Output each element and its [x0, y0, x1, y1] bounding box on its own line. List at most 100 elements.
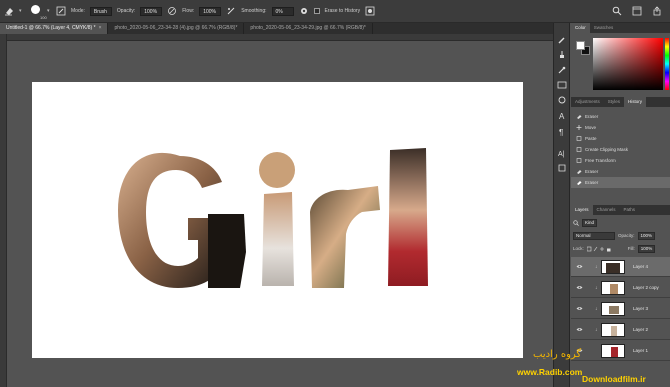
workspace-icon[interactable] [632, 6, 642, 16]
layer-filter-kind[interactable]: Kind [582, 218, 598, 227]
layer-name: Layer 2 [633, 327, 649, 332]
lock-label: Lock: [573, 246, 584, 251]
close-icon[interactable]: × [99, 25, 102, 31]
tab-label: Untitled-1 @ 66.7% (Layer 4, CMYK/8) * [6, 25, 96, 31]
hue-slider[interactable] [665, 38, 669, 90]
history-item-label: Eraser [585, 180, 599, 185]
svg-text:A|: A| [558, 151, 565, 158]
layer-row-layer-3[interactable]: ↓ Layer 3 [571, 299, 670, 319]
blend-mode-row: Normal Opacity: 100% [573, 231, 656, 240]
eraser-icon [577, 115, 582, 119]
pressure-size-icon[interactable] [365, 6, 375, 16]
eraser-tool-icon[interactable] [4, 6, 14, 16]
layer-name: Layer 4 [633, 264, 649, 269]
eraser-icon [577, 181, 582, 185]
visibility-eye-icon[interactable] [576, 264, 583, 269]
brush-settings-icon[interactable] [56, 6, 66, 16]
options-bar: ▾ 100 ▾ Mode: Brush Opacity: 100% Flow: … [0, 0, 670, 23]
girl-artwork [118, 148, 428, 288]
gradient-icon[interactable] [557, 80, 567, 90]
history-item[interactable]: Create Clipping Mask [571, 144, 670, 155]
erase-to-history-checkbox[interactable] [313, 8, 320, 14]
layer-row-layer-1[interactable]: Layer 1 [571, 341, 670, 361]
flow-field[interactable]: 100% [199, 6, 222, 16]
opacity-label: Opacity: [618, 233, 635, 238]
lock-row: Lock: Fill: 100% [573, 244, 656, 253]
tab-adjustments[interactable]: Adjustments [571, 97, 604, 107]
tab-untitled-1[interactable]: Untitled-1 @ 66.7% (Layer 4, CMYK/8) * × [0, 23, 109, 34]
history-panel-tabs: Adjustments Styles History [571, 97, 670, 107]
opacity-label: Opacity: [116, 8, 136, 14]
fill-label: Fill: [627, 246, 635, 251]
watermark-url: www.Radib.com [517, 367, 583, 377]
paragraph-icon[interactable]: ¶ [557, 127, 567, 137]
gear-icon[interactable] [299, 6, 309, 16]
history-item-selected[interactable]: Eraser [571, 177, 670, 188]
layer-row-layer-2-copy[interactable]: ↓ Layer 2 copy [571, 278, 670, 298]
tab-photo-4[interactable]: photo_2020-05-06_23-34-28 (4).jpg @ 66.7… [108, 23, 245, 34]
pressure-opacity-icon[interactable] [167, 6, 177, 16]
foreground-color-swatch[interactable] [576, 41, 585, 50]
dodge-icon[interactable] [557, 95, 567, 105]
history-item[interactable]: Move [571, 122, 670, 133]
history-item[interactable]: Free Transform [571, 155, 670, 166]
blend-mode-select[interactable]: Normal [573, 231, 615, 240]
layer-opacity-field[interactable]: 100% [637, 231, 656, 240]
search-icon [573, 219, 579, 226]
tab-layers[interactable]: Layers [571, 205, 593, 215]
mode-label: Mode: [71, 8, 85, 14]
history-item[interactable]: Eraser [571, 166, 670, 177]
history-item-label: Paste [585, 136, 597, 141]
document-icon [576, 158, 582, 163]
tab-color[interactable]: Color [571, 23, 590, 33]
layers-panel-tabs: Layers Channels Paths [571, 205, 670, 215]
history-item[interactable]: Paste [571, 133, 670, 144]
tab-channels[interactable]: Channels [593, 205, 620, 215]
eraser-icon [577, 170, 582, 174]
smoothing-field[interactable]: 0% [271, 6, 294, 16]
history-brush-icon[interactable] [557, 65, 567, 75]
layers-panel: Kind Normal Opacity: 100% Lock: Fill: 10… [571, 215, 670, 387]
layer-fill-field[interactable]: 100% [637, 244, 656, 253]
tab-photo-29[interactable]: photo_2020-05-06_23-34-29.jpg @ 66.7% (R… [244, 23, 373, 34]
opacity-field[interactable]: 100% [140, 6, 163, 16]
lock-icons[interactable] [586, 246, 611, 252]
visibility-eye-icon[interactable] [576, 327, 583, 332]
letter-g-dark-block [208, 214, 246, 288]
watermark-persian: گروه رادیب [533, 349, 582, 360]
history-list: Eraser Move Paste Create Clipping Mask F… [571, 107, 670, 191]
clone-stamp-icon[interactable] [557, 50, 567, 60]
tab-swatches[interactable]: Swatches [590, 23, 618, 33]
chevron-down-icon[interactable]: ▾ [47, 6, 51, 16]
svg-text:A: A [559, 112, 565, 121]
letter-l [388, 148, 428, 286]
history-item[interactable]: Eraser [571, 111, 670, 122]
history-item-label: Eraser [585, 169, 599, 174]
document-tabs: Untitled-1 @ 66.7% (Layer 4, CMYK/8) * × … [0, 23, 553, 34]
layer-row-layer-2[interactable]: ↓ Layer 2 [571, 320, 670, 340]
brush-tool-icon[interactable] [557, 35, 567, 45]
type-tool-icon[interactable]: A [557, 111, 567, 121]
layer-thumbnail [601, 302, 625, 316]
layer-thumbnail [601, 323, 625, 337]
airbrush-icon[interactable] [226, 6, 236, 16]
search-icon[interactable] [612, 6, 622, 16]
visibility-eye-icon[interactable] [576, 285, 583, 290]
chevron-down-icon[interactable]: ▾ [19, 6, 23, 16]
visibility-eye-icon[interactable] [576, 306, 583, 311]
layer-filter-row: Kind [573, 218, 598, 227]
share-icon[interactable] [652, 6, 662, 16]
mode-select[interactable]: Brush [89, 6, 112, 16]
ruler-vertical [0, 34, 7, 387]
character-icon[interactable]: A| [557, 148, 567, 158]
layer-thumbnail [601, 344, 625, 358]
tab-history[interactable]: History [624, 97, 647, 107]
glyphs-icon[interactable] [557, 163, 567, 173]
tab-styles[interactable]: Styles [604, 97, 624, 107]
layer-name: Layer 2 copy [633, 285, 659, 290]
color-picker-field[interactable] [593, 38, 663, 90]
layer-row-layer-4[interactable]: ↓ Layer 4 [571, 257, 670, 277]
svg-text:¶: ¶ [559, 128, 563, 137]
tab-paths[interactable]: Paths [620, 205, 640, 215]
document-canvas[interactable] [32, 82, 523, 358]
